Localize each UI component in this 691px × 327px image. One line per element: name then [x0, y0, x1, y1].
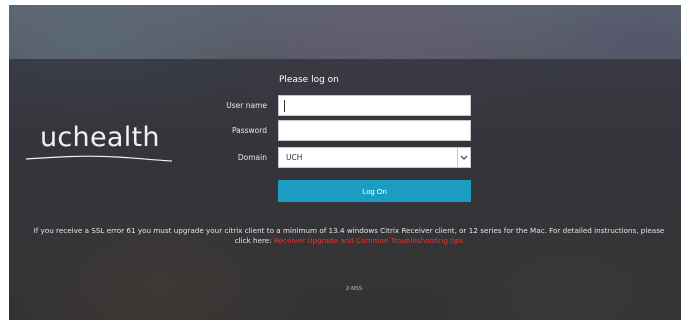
citrix-login-page: uchealth Please log on User name Passwor… [9, 5, 681, 320]
text-caret [284, 100, 285, 112]
domain-select[interactable]: UCH [278, 147, 471, 168]
domain-selected-value: UCH [286, 153, 303, 162]
uchealth-logo: uchealth [26, 121, 172, 163]
logo-swoosh-icon [26, 155, 172, 162]
ssl-error-notice: If you receive a SSL error 61 you must u… [29, 226, 669, 246]
server-code: 2-NSS [345, 286, 363, 292]
chevron-down-icon[interactable] [457, 148, 470, 167]
receiver-upgrade-link[interactable]: Receiver Upgrade and Common Troubleshoot… [274, 236, 463, 245]
username-input[interactable] [278, 95, 471, 116]
username-label: User name [226, 101, 267, 110]
password-input[interactable] [278, 120, 471, 141]
log-on-button[interactable]: Log On [278, 180, 471, 202]
domain-label: Domain [237, 153, 267, 162]
login-form-title: Please log on [279, 75, 339, 85]
password-label: Password [231, 126, 267, 135]
